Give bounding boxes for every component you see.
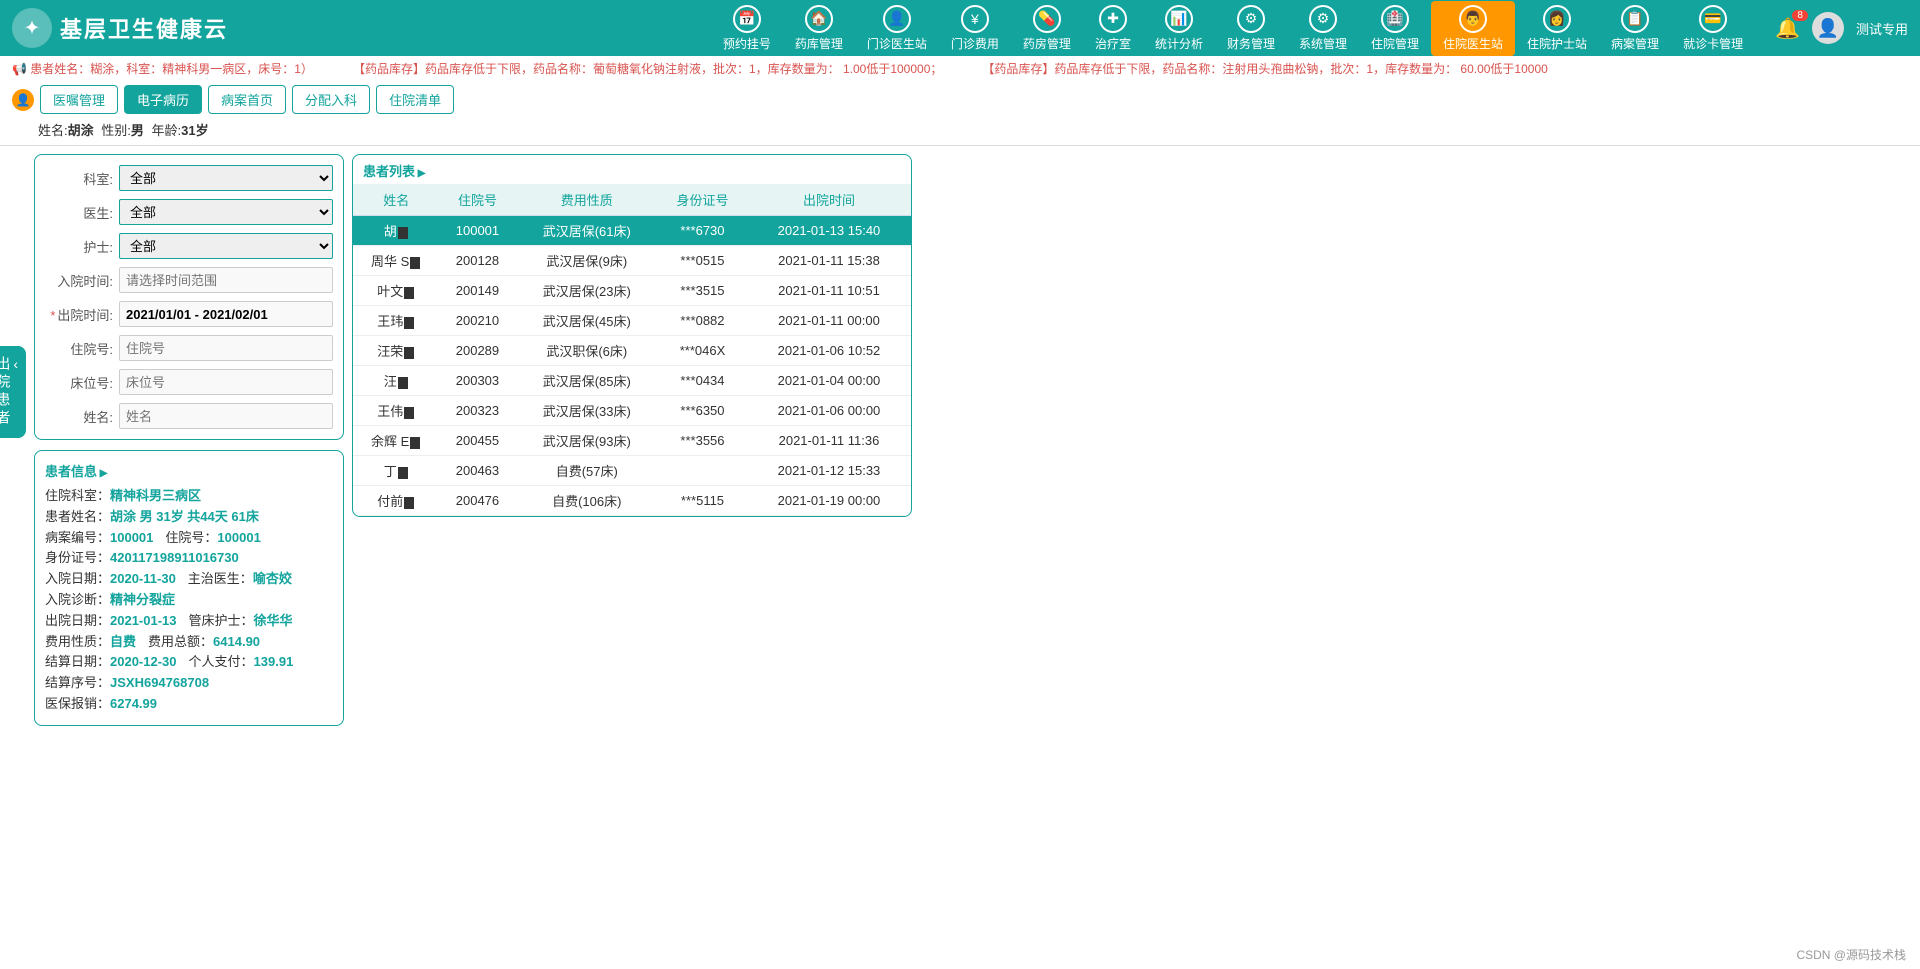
nav-label: 系统管理 (1299, 35, 1347, 52)
hosp-no-input[interactable] (119, 335, 333, 361)
nav-item[interactable]: 💳 就诊卡管理 (1671, 1, 1755, 56)
dept-select[interactable]: 全部 (119, 165, 333, 191)
table-row[interactable]: 丁200463自费(57床)2021-01-12 15:33 (353, 456, 911, 486)
app-header: 基层卫生健康云 📅 预约挂号 🏠 药库管理 👤 门诊医生站 ¥ 门诊费用 💊 药房管理 ✚ 治疗室 📊 统… (0, 0, 1920, 56)
nav-item[interactable]: 👨 住院医生站 (1431, 1, 1515, 56)
nav-label: 预约挂号 (723, 35, 771, 52)
nav-icon: 💳 (1699, 5, 1727, 33)
nav-icon: 💊 (1033, 5, 1061, 33)
table-header[interactable]: 身份证号 (658, 184, 747, 216)
tab-button[interactable]: 医嘱管理 (40, 85, 118, 114)
tab-button[interactable]: 分配入科 (292, 85, 370, 114)
app-title: 基层卫生健康云 (60, 12, 228, 44)
main-content: 出院患者 科室:全部 医生:全部 护士:全部 入院时间: 出院时间: 住院号: … (0, 146, 1920, 734)
nav-item[interactable]: 🏠 药库管理 (783, 1, 855, 56)
nav-icon: 👨 (1459, 5, 1487, 33)
table-row[interactable]: 付前200476自费(106床)***51152021-01-19 00:00 (353, 486, 911, 516)
admit-date-input[interactable] (119, 267, 333, 293)
patient-table: 姓名住院号费用性质身份证号出院时间 胡100001武汉居保(61床)***673… (353, 184, 911, 516)
doctor-select[interactable]: 全部 (119, 199, 333, 225)
nav-icon: ⚙ (1309, 5, 1337, 33)
nav-label: 住院护士站 (1527, 35, 1587, 52)
table-row[interactable]: 王玮200210武汉居保(45床)***08822021-01-11 00:00 (353, 306, 911, 336)
nav-item[interactable]: 👤 门诊医生站 (855, 1, 939, 56)
nav-icon: 👩 (1543, 5, 1571, 33)
tab-button[interactable]: 病案首页 (208, 85, 286, 114)
table-row[interactable]: 胡100001武汉居保(61床)***67302021-01-13 15:40 (353, 216, 911, 246)
nav-icon: 📋 (1621, 5, 1649, 33)
nav-item[interactable]: 🏥 住院管理 (1359, 1, 1431, 56)
patient-icon[interactable]: 👤 (12, 89, 34, 111)
nav-item[interactable]: 📋 病案管理 (1599, 1, 1671, 56)
nav-label: 住院管理 (1371, 35, 1419, 52)
nav-label: 住院医生站 (1443, 35, 1503, 52)
discharge-date-input[interactable] (119, 301, 333, 327)
nav-icon: ⚙ (1237, 5, 1265, 33)
nav-icon: ✚ (1099, 5, 1127, 33)
nurse-select[interactable]: 全部 (119, 233, 333, 259)
right-column: 患者列表 姓名住院号费用性质身份证号出院时间 胡100001武汉居保(61床)*… (352, 154, 912, 726)
nav-label: 药房管理 (1023, 35, 1071, 52)
nav-item[interactable]: 💊 药房管理 (1011, 1, 1083, 56)
bed-no-input[interactable] (119, 369, 333, 395)
username[interactable]: 测试专用 (1856, 19, 1908, 38)
nav-label: 门诊医生站 (867, 35, 927, 52)
nav-label: 就诊卡管理 (1683, 35, 1743, 52)
nav-label: 门诊费用 (951, 35, 999, 52)
watermark: CSDN @源码技术栈 (1796, 946, 1906, 963)
tab-button[interactable]: 电子病历 (124, 85, 202, 114)
nav-icon: 📊 (1165, 5, 1193, 33)
nav-label: 病案管理 (1611, 35, 1659, 52)
table-row[interactable]: 王伟200323武汉居保(33床)***63502021-01-06 00:00 (353, 396, 911, 426)
nav-label: 治疗室 (1095, 35, 1131, 52)
notification-bell-icon[interactable]: 🔔8 (1775, 16, 1800, 41)
header-right: 🔔8 👤 测试专用 (1775, 12, 1908, 44)
nav-item[interactable]: 📊 统计分析 (1143, 1, 1215, 56)
nav-item[interactable]: 📅 预约挂号 (711, 1, 783, 56)
nav-icon: 👤 (883, 5, 911, 33)
user-avatar[interactable]: 👤 (1812, 12, 1844, 44)
table-header[interactable]: 出院时间 (747, 184, 911, 216)
filter-panel: 科室:全部 医生:全部 护士:全部 入院时间: 出院时间: 住院号: 床位号: … (34, 154, 344, 440)
logo-icon (12, 8, 52, 48)
nav-icon: ¥ (961, 5, 989, 33)
patient-info-title: 患者信息 (45, 461, 333, 480)
nav-icon: 📅 (733, 5, 761, 33)
nav-item[interactable]: 👩 住院护士站 (1515, 1, 1599, 56)
discharge-side-tab[interactable]: 出院患者 (0, 346, 26, 438)
table-header[interactable]: 费用性质 (516, 184, 658, 216)
nav-item[interactable]: ¥ 门诊费用 (939, 1, 1011, 56)
alert-marquee: 📢 患者姓名：糊涂，科室：精神科男一病区，床号：1） 【药品库存】药品库存低于下… (0, 56, 1920, 81)
nav-item[interactable]: ⚙ 财务管理 (1215, 1, 1287, 56)
left-column: 科室:全部 医生:全部 护士:全部 入院时间: 出院时间: 住院号: 床位号: … (34, 154, 344, 726)
logo: 基层卫生健康云 (12, 8, 228, 48)
name-input[interactable] (119, 403, 333, 429)
nav-icon: 🏥 (1381, 5, 1409, 33)
nav-label: 财务管理 (1227, 35, 1275, 52)
patient-list-title: 患者列表 (353, 155, 911, 184)
nav-label: 药库管理 (795, 35, 843, 52)
nav-label: 统计分析 (1155, 35, 1203, 52)
tab-button[interactable]: 住院清单 (376, 85, 454, 114)
patient-summary-line: 姓名:胡涂 性别:男 年龄:31岁 (0, 118, 1920, 146)
table-header[interactable]: 姓名 (353, 184, 439, 216)
table-row[interactable]: 汪200303武汉居保(85床)***04342021-01-04 00:00 (353, 366, 911, 396)
nav-item[interactable]: ⚙ 系统管理 (1287, 1, 1359, 56)
nav-item[interactable]: ✚ 治疗室 (1083, 1, 1143, 56)
sub-tab-bar: 👤 医嘱管理电子病历病案首页分配入科住院清单 (0, 81, 1920, 118)
table-row[interactable]: 余辉 E200455武汉居保(93床)***35562021-01-11 11:… (353, 426, 911, 456)
patient-list-panel: 患者列表 姓名住院号费用性质身份证号出院时间 胡100001武汉居保(61床)*… (352, 154, 912, 517)
patient-info-panel: 患者信息 住院科室：精神科男三病区 患者姓名：胡涂 男 31岁 共44天 61床… (34, 450, 344, 726)
notification-badge: 8 (1792, 10, 1808, 21)
nav-icon: 🏠 (805, 5, 833, 33)
table-row[interactable]: 叶文200149武汉居保(23床)***35152021-01-11 10:51 (353, 276, 911, 306)
table-row[interactable]: 汪荣200289武汉职保(6床)***046X2021-01-06 10:52 (353, 336, 911, 366)
table-header[interactable]: 住院号 (439, 184, 515, 216)
table-row[interactable]: 周华 S200128武汉居保(9床)***05152021-01-11 15:3… (353, 246, 911, 276)
main-nav: 📅 预约挂号 🏠 药库管理 👤 门诊医生站 ¥ 门诊费用 💊 药房管理 ✚ 治疗室 📊 统计分析 ⚙ 财务管理… (711, 1, 1755, 56)
